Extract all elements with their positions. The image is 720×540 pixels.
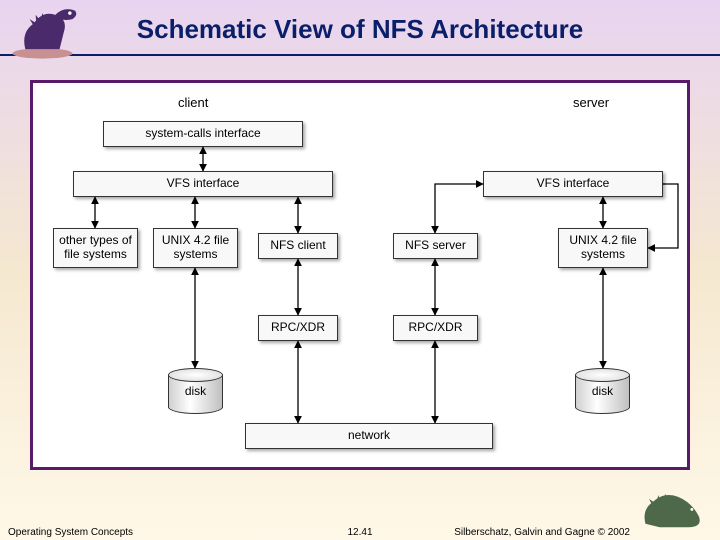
- box-unix-fs-server: UNIX 4.2 file systems: [558, 228, 648, 268]
- slide-title: Schematic View of NFS Architecture: [0, 14, 720, 45]
- box-rpc-server: RPC/XDR: [393, 315, 478, 341]
- dino-bottom-icon: [634, 488, 714, 538]
- box-network: network: [245, 423, 493, 449]
- box-vfs-client: VFS interface: [73, 171, 333, 197]
- box-vfs-server: VFS interface: [483, 171, 663, 197]
- box-rpc-client: RPC/XDR: [258, 315, 338, 341]
- box-other-fs: other types of file systems: [53, 228, 138, 268]
- box-syscalls: system-calls interface: [103, 121, 303, 147]
- nfs-architecture-diagram: client server system-calls interface VFS…: [33, 83, 687, 467]
- box-unix-fs-client: UNIX 4.2 file systems: [153, 228, 238, 268]
- diagram-frame: client server system-calls interface VFS…: [30, 80, 690, 470]
- dino-top-icon: [6, 2, 96, 62]
- box-nfs-server: NFS server: [393, 233, 478, 259]
- box-nfs-client: NFS client: [258, 233, 338, 259]
- label-server: server: [573, 95, 609, 110]
- cylinder-disk-server: disk: [575, 368, 630, 414]
- cylinder-disk-client: disk: [168, 368, 223, 414]
- title-divider: [0, 54, 720, 56]
- label-client: client: [178, 95, 208, 110]
- footer-right: Silberschatz, Galvin and Gagne © 2002: [454, 527, 630, 538]
